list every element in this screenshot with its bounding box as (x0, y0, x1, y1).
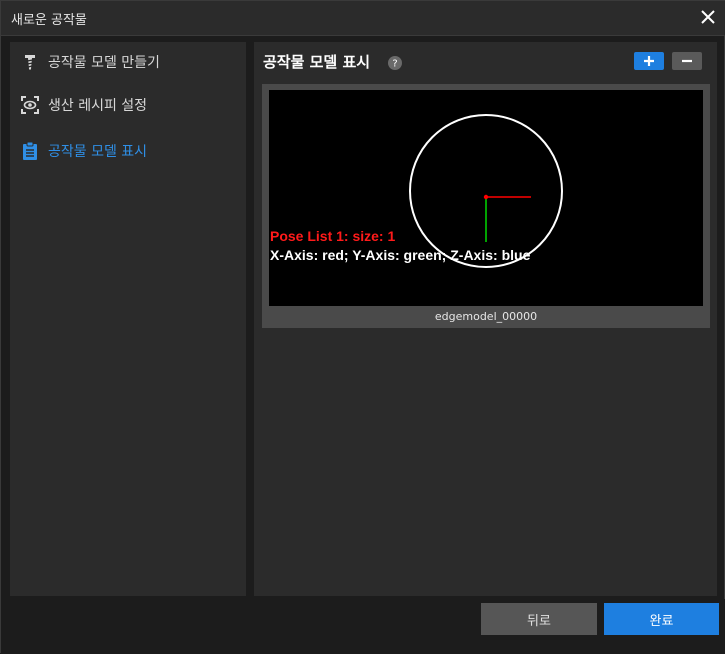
title-bar: 새로운 공작물 (1, 1, 725, 36)
clipboard-icon (20, 141, 40, 161)
remove-model-button[interactable] (672, 52, 702, 70)
model-viewer[interactable]: Pose List 1: size: 1 X-Axis: red; Y-Axis… (269, 90, 703, 306)
sidebar-item-recipe[interactable]: 생산 레시피 설정 (10, 88, 246, 122)
done-button[interactable]: 완료 (604, 603, 719, 635)
thumbnail-caption: edgemodel_00000 (434, 310, 538, 323)
question-icon[interactable]: ? (388, 55, 402, 70)
edge-model-circle (409, 114, 563, 268)
plus-icon (644, 56, 654, 66)
svg-text:?: ? (392, 59, 397, 70)
sidebar-item-label: 공작물 모델 만들기 (48, 55, 160, 71)
back-button[interactable]: 뒤로 (481, 603, 597, 635)
eye-scan-icon (20, 95, 40, 115)
minus-icon (682, 59, 692, 63)
axis-legend-label: X-Axis: red; Y-Axis: green; Z-Axis: blue (270, 247, 531, 263)
main-panel: 공작물 모델 표시 ? Pose List 1: size: 1 X-Axis:… (254, 42, 717, 596)
add-model-button[interactable] (634, 52, 664, 70)
sidebar: 공작물 모델 만들기 생산 레시피 설정 공작물 모델 표시 (10, 42, 246, 596)
close-icon[interactable] (696, 5, 720, 29)
pose-origin-point (483, 194, 489, 200)
page-title: 공작물 모델 표시 (263, 53, 371, 71)
sidebar-item-label: 공작물 모델 표시 (48, 144, 148, 160)
dialog-footer: 뒤로 완료 (1, 599, 725, 654)
model-preview-graphic (409, 114, 563, 268)
dialog-window: 새로운 공작물 공작물 모델 만들기 생산 레시피 설정 공작물 모델 표시 공… (0, 0, 725, 654)
sidebar-item-label: 생산 레시피 설정 (48, 98, 148, 114)
sidebar-item-create-model[interactable]: 공작물 모델 만들기 (10, 45, 246, 79)
pose-list-label: Pose List 1: size: 1 (270, 228, 396, 244)
sidebar-item-display-model[interactable]: 공작물 모델 표시 (10, 134, 246, 168)
model-thumbnail-card[interactable]: Pose List 1: size: 1 X-Axis: red; Y-Axis… (262, 84, 710, 328)
window-title: 새로운 공작물 (11, 13, 87, 28)
screw-icon (20, 52, 40, 72)
